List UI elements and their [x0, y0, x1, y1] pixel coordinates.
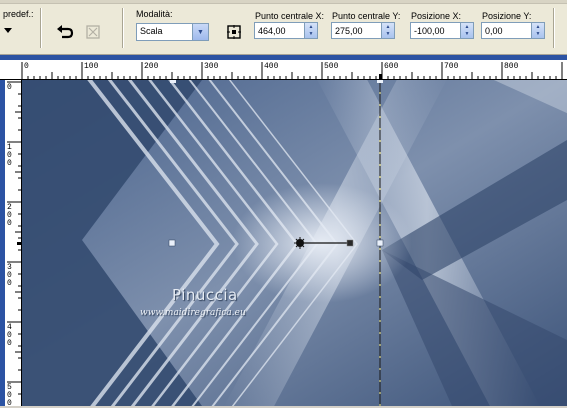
center-y-input[interactable]	[332, 23, 382, 38]
ruler-label: 400	[264, 62, 279, 71]
center-x-label: Punto centrale X:	[255, 11, 325, 21]
center-x-spinner[interactable]: ▲ ▼	[304, 23, 317, 38]
center-y-label: Punto centrale Y:	[332, 11, 401, 21]
toolbar-top-strip	[0, 0, 567, 4]
center-point-tool-icon[interactable]	[224, 22, 244, 42]
ruler-label: 0	[7, 83, 12, 92]
mode-select-value: Scala	[140, 26, 163, 36]
toolbar-separator	[122, 8, 124, 48]
center-y-field[interactable]: ▲▼	[331, 22, 395, 39]
reset-icon[interactable]	[55, 22, 75, 42]
position-y-label: Posizione Y:	[482, 11, 532, 21]
position-y-spinner[interactable]: ▲ ▼	[531, 23, 544, 38]
ruler-label: 700	[444, 62, 459, 71]
position-y-input[interactable]	[482, 23, 532, 38]
clear-icon[interactable]	[83, 22, 103, 42]
position-y-field[interactable]: ▲▼	[481, 22, 545, 39]
ruler-label: 0	[24, 62, 29, 71]
center-x-input[interactable]	[255, 23, 305, 38]
ruler-label: 200	[7, 203, 12, 228]
mode-select[interactable]: Scala ▼	[136, 23, 209, 41]
image-canvas[interactable]: Pinuccia www.maidiregrafica.eu	[22, 80, 567, 406]
watermark-url: www.maidiregrafica.eu	[140, 308, 246, 318]
preset-label: predef.:	[3, 9, 34, 19]
tool-options-bar: predef.: Modalità: Scala ▼ Punto central…	[0, 0, 567, 55]
canvas-artwork	[22, 80, 567, 406]
position-x-field[interactable]: ▲▼	[410, 22, 474, 39]
ruler-label: 100	[84, 62, 99, 71]
ruler-label: 200	[144, 62, 159, 71]
chevron-down-icon[interactable]: ▼	[192, 24, 208, 40]
ruler-label: 500	[324, 62, 339, 71]
mode-label: Modalità:	[136, 9, 173, 19]
position-x-spinner[interactable]: ▲ ▼	[460, 23, 473, 38]
vertical-ruler: 0 100 200 300 400 500	[5, 80, 22, 408]
watermark-name: Pinuccia	[172, 286, 238, 304]
horizontal-ruler: 0 100 200 300 400 500 600 700 800	[0, 60, 567, 80]
ruler-label: 600	[384, 62, 399, 71]
vertical-ruler-ticks	[7, 81, 22, 395]
ruler-label: 500	[7, 383, 12, 408]
ruler-label: 400	[7, 323, 12, 348]
center-y-spinner[interactable]: ▲ ▼	[381, 23, 394, 38]
ruler-label: 300	[7, 263, 12, 288]
preset-dropdown-arrow-icon[interactable]	[2, 25, 14, 35]
ruler-label: 100	[7, 143, 12, 168]
toolbar-separator	[40, 8, 42, 48]
toolbar-separator	[553, 8, 555, 48]
center-x-field[interactable]: ▲▼	[254, 22, 318, 39]
position-x-input[interactable]	[411, 23, 461, 38]
ruler-label: 800	[504, 62, 519, 71]
position-x-label: Posizione X:	[411, 11, 462, 21]
ruler-label: 300	[204, 62, 219, 71]
